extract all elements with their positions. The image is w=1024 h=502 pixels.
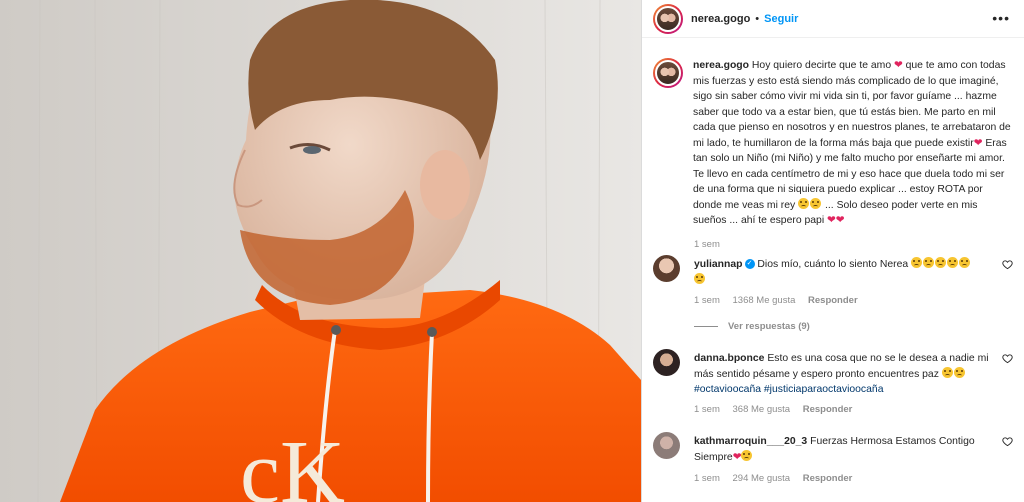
caption-text: nerea.gogo Hoy quiero decirte que te amo…	[693, 60, 1011, 226]
sad-face-icon	[947, 257, 959, 268]
red-heart-icon: ❤	[732, 451, 742, 463]
post-header: nerea.gogo • Seguir •••	[642, 0, 1024, 38]
post-photo-illustration: cK	[0, 0, 641, 502]
author-avatar[interactable]	[653, 3, 683, 34]
comment-time: 1 sem	[694, 295, 720, 306]
sad-face-icon	[911, 257, 923, 268]
like-comment-heart-icon[interactable]	[1002, 259, 1013, 270]
like-comment-heart-icon[interactable]	[1002, 436, 1013, 447]
follow-button[interactable]: Seguir	[764, 13, 798, 25]
commenter-avatar[interactable]	[653, 349, 680, 376]
post-sidebar: nerea.gogo • Seguir ••• nerea.gogo Hoy q…	[641, 0, 1024, 502]
crying-face-icon	[810, 197, 822, 209]
commenter-username[interactable]: danna.bponce	[694, 353, 764, 364]
sad-face-icon	[935, 257, 947, 268]
sad-face-icon	[959, 257, 971, 268]
instagram-post-view: cK nerea.gogo • Seguir ••• nerea.gogo Ho…	[0, 0, 1024, 502]
red-heart-icon: ❤	[973, 137, 983, 149]
sad-face-icon	[953, 366, 965, 378]
comment-hashtags[interactable]: #octavioocaña #justiciaparaoctavioocaña	[694, 384, 883, 395]
comment-likes[interactable]: 294 Me gusta	[733, 473, 791, 484]
crying-face-icon	[798, 197, 810, 209]
comment-meta: 1 sem 368 Me gusta Responder	[694, 404, 862, 415]
comment-text: danna.bponce Esto es una cosa que no se …	[694, 353, 989, 395]
reply-button[interactable]: Responder	[803, 473, 853, 484]
caption-author-avatar[interactable]	[653, 58, 683, 88]
reply-button[interactable]: Responder	[803, 404, 853, 415]
view-replies-button[interactable]: Ver respuestas (9)	[694, 321, 810, 332]
sad-face-icon	[941, 366, 953, 378]
hoodie-logo: cK	[240, 423, 345, 502]
comment-text: kathmarroquin___20_3 Fuerzas Hermosa Est…	[694, 436, 975, 463]
commenter-username[interactable]: yuliannap	[694, 259, 743, 270]
verified-badge-icon: ✓	[744, 259, 755, 270]
more-options-icon[interactable]: •••	[992, 10, 1010, 26]
sad-face-icon	[694, 272, 705, 284]
comment-time: 1 sem	[694, 473, 720, 484]
like-comment-heart-icon[interactable]	[1002, 353, 1013, 364]
caption-timestamp: 1 sem	[694, 238, 720, 250]
commenter-avatar[interactable]	[653, 255, 680, 282]
red-heart-icon: ❤	[827, 215, 836, 226]
replies-divider-line	[694, 326, 718, 327]
comment-likes[interactable]: 368 Me gusta	[733, 404, 791, 415]
reply-button[interactable]: Responder	[808, 295, 858, 306]
commenter-username[interactable]: kathmarroquin___20_3	[694, 436, 807, 447]
caption-username[interactable]: nerea.gogo	[693, 60, 749, 71]
author-username[interactable]: nerea.gogo	[691, 13, 750, 25]
red-heart-icon: ❤	[835, 215, 845, 226]
comment-time: 1 sem	[694, 404, 720, 415]
crying-face-icon	[741, 449, 753, 461]
comment-likes[interactable]: 1368 Me gusta	[733, 295, 796, 306]
comment-text: yuliannap ✓ Dios mío, cuánto lo siento Ne…	[694, 257, 991, 288]
post-caption: nerea.gogo Hoy quiero decirte que te amo…	[653, 58, 1013, 229]
comment-meta: 1 sem 294 Me gusta Responder	[694, 473, 862, 484]
commenter-avatar[interactable]	[653, 432, 680, 459]
red-heart-icon: ❤	[894, 60, 903, 71]
separator-dot: •	[755, 12, 760, 25]
comment-meta: 1 sem 1368 Me gusta Responder	[694, 295, 868, 306]
post-photo[interactable]: cK	[0, 0, 641, 502]
sad-face-icon	[923, 257, 935, 268]
